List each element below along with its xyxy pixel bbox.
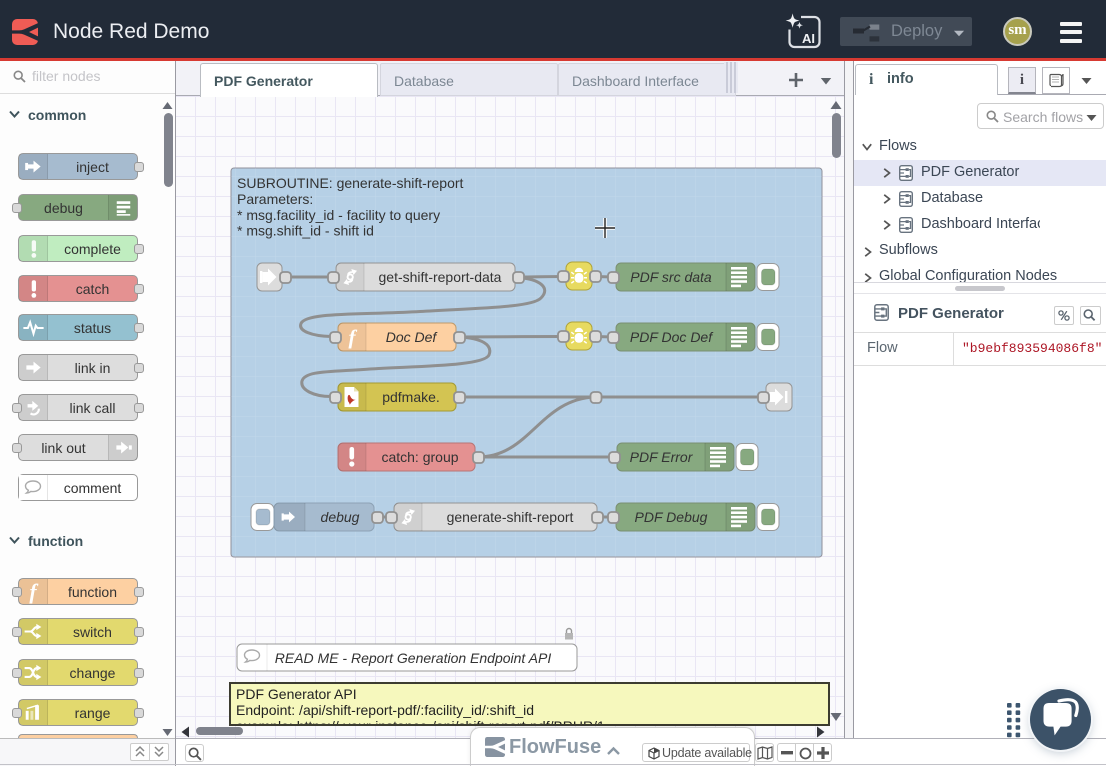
- svg-text:Doc Def: Doc Def: [386, 329, 439, 345]
- svg-text:debug: debug: [321, 509, 360, 525]
- svg-text:* msg.facility_id - facility t: * msg.facility_id - facility to query: [237, 207, 440, 223]
- svg-text:PDF Generator API: PDF Generator API: [236, 686, 357, 702]
- svg-text:pdfmake.: pdfmake.: [382, 389, 440, 405]
- svg-text:READ ME - Report Generation En: READ ME - Report Generation Endpoint API: [275, 650, 552, 666]
- svg-text:* msg.shift_id - shift id: * msg.shift_id - shift id: [237, 223, 374, 239]
- svg-text:get-shift-report-data: get-shift-report-data: [379, 269, 502, 285]
- svg-text:catch: group: catch: group: [381, 449, 458, 465]
- svg-text:PDF Doc Def: PDF Doc Def: [630, 329, 714, 345]
- svg-text:generate-shift-report: generate-shift-report: [447, 509, 574, 525]
- svg-text:PDF src data: PDF src data: [630, 269, 712, 285]
- svg-text:PDF Error: PDF Error: [630, 449, 694, 465]
- svg-text:AI: AI: [802, 31, 815, 46]
- svg-text:Parameters:: Parameters:: [237, 191, 313, 207]
- svg-text:f: f: [29, 580, 39, 604]
- svg-text:Endpoint: /api/shift-report-pd: Endpoint: /api/shift-report-pdf/:facilit…: [236, 702, 534, 718]
- svg-text:SUBROUTINE: generate-shift-rep: SUBROUTINE: generate-shift-report: [237, 175, 464, 191]
- svg-text:PDF Debug: PDF Debug: [635, 509, 708, 525]
